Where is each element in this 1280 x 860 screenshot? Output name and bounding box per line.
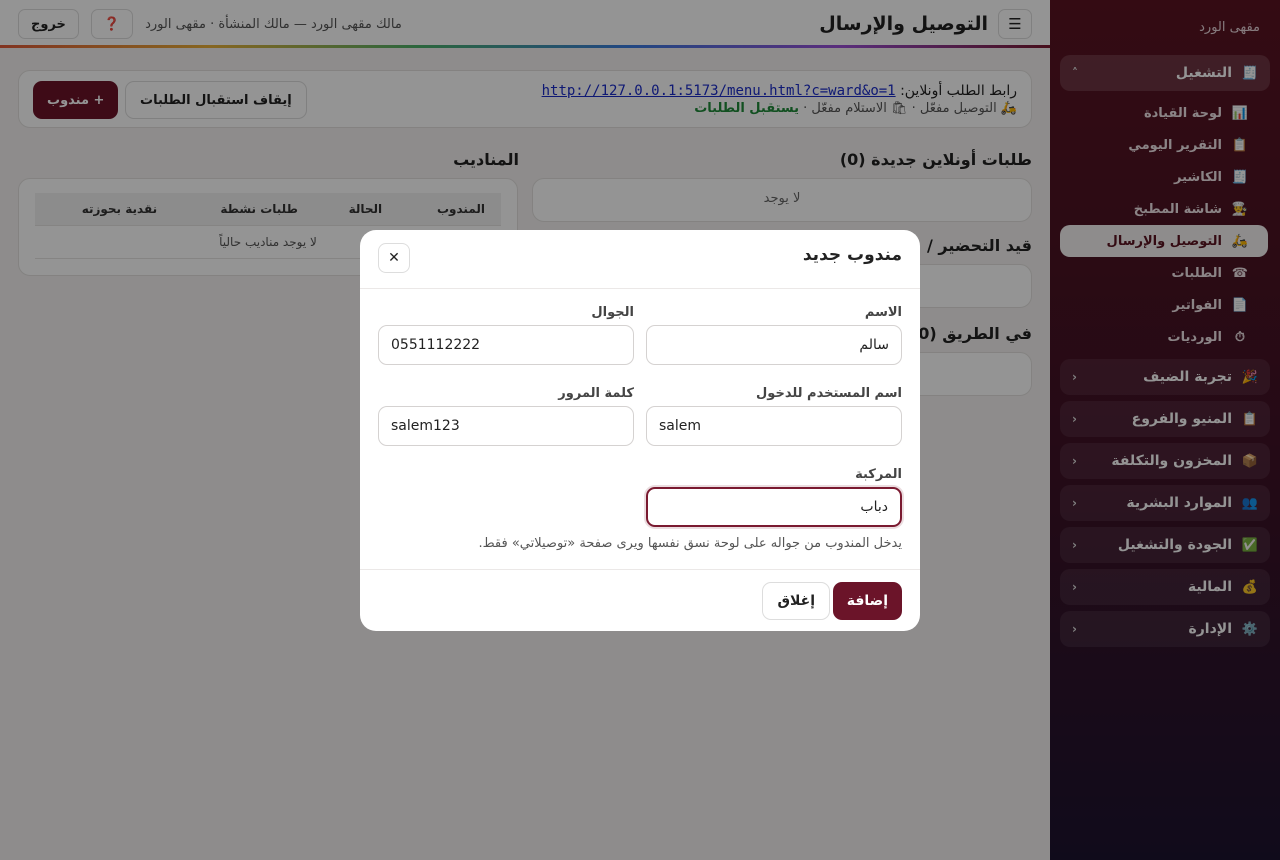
vehicle-input[interactable]: دباب: [646, 487, 902, 527]
username-label: اسم المستخدم للدخول: [756, 386, 902, 401]
modal-close-button[interactable]: ✕: [378, 243, 410, 273]
phone-field-group: الجوال 0551112222: [378, 305, 634, 365]
modal-title: مندوب جديد: [802, 245, 902, 265]
name-label: الاسم: [864, 305, 902, 320]
phone-label: الجوال: [591, 305, 634, 320]
username-input[interactable]: salem: [646, 406, 902, 446]
modal-footer: إضافة إغلاق: [360, 569, 920, 631]
password-input[interactable]: salem123: [378, 406, 634, 446]
name-input[interactable]: سالم: [646, 325, 902, 365]
new-driver-modal: مندوب جديد ✕ الاسم سالم الجوال 055111222…: [360, 230, 920, 631]
password-field-group: كلمة المرور salem123: [378, 386, 634, 446]
username-field-group: اسم المستخدم للدخول salem: [646, 386, 902, 446]
modal-body: الاسم سالم الجوال 0551112222 اسم المستخد…: [360, 289, 920, 569]
close-button[interactable]: إغلاق: [762, 582, 830, 620]
close-icon: ✕: [388, 250, 400, 266]
name-field-group: الاسم سالم: [646, 305, 902, 365]
add-button[interactable]: إضافة: [832, 582, 902, 620]
phone-input[interactable]: 0551112222: [378, 325, 634, 365]
driver-hint: يدخل المندوب من جواله على لوحة نسق نفسها…: [478, 536, 902, 551]
modal-header: مندوب جديد ✕: [360, 230, 920, 289]
vehicle-label: المركبة: [855, 467, 902, 482]
password-label: كلمة المرور: [558, 386, 634, 401]
vehicle-field-group: المركبة دباب: [646, 467, 902, 527]
